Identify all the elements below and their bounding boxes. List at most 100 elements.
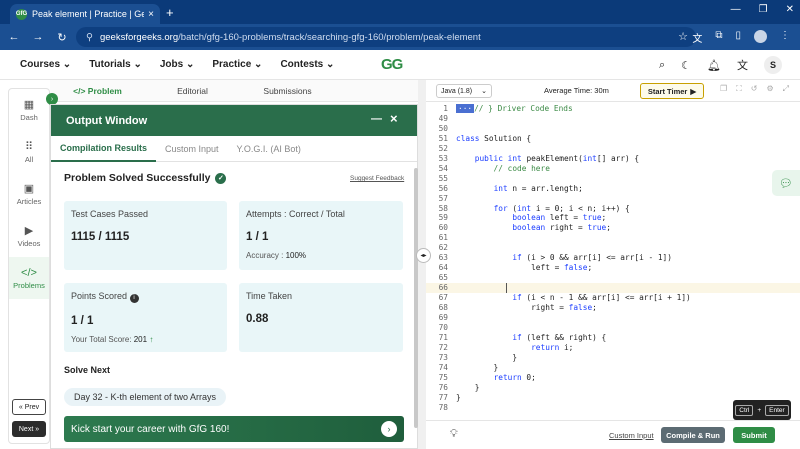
line-number: 53 xyxy=(438,153,448,163)
banner-text: Kick start your career with GfG 160! xyxy=(71,423,230,435)
attempts-value: 1 / 1 xyxy=(246,231,269,243)
tab-custom-input[interactable]: Custom Input xyxy=(156,136,228,162)
points-card: Points Scored i 1 / 1 Your Total Score: … xyxy=(64,283,227,352)
attempts-label: Attempts : Correct / Total xyxy=(246,209,345,219)
time-card: Time Taken 0.88 xyxy=(239,283,403,352)
next-problem-link[interactable]: Day 32 - K-th element of two Arrays xyxy=(64,388,227,406)
time-value: 0.88 xyxy=(246,313,269,325)
menu-practice[interactable]: Practice xyxy=(212,59,262,70)
accuracy-label: Accuracy : xyxy=(246,251,284,260)
code-line: boolean right = true; xyxy=(512,223,611,233)
sidebar-label: Dash xyxy=(20,113,38,122)
code-line: } xyxy=(456,382,480,392)
chevron-right-icon[interactable]: › xyxy=(381,421,397,437)
restore-icon[interactable]: ❐ xyxy=(759,4,768,15)
browser-tab[interactable]: GfG Peak element | Practice | Geeks × xyxy=(10,4,160,24)
sidebar-item-all[interactable]: ⠿ All xyxy=(9,131,49,173)
code-line: boolean left = true; xyxy=(512,213,607,223)
text-cursor xyxy=(506,283,507,293)
sidebar-item-videos[interactable]: ▶ Videos xyxy=(9,215,49,257)
enter-key: Enter xyxy=(765,404,789,416)
back-icon[interactable]: ← xyxy=(4,31,24,43)
minimize-window-icon[interactable]: — xyxy=(371,113,382,125)
gfg-logo[interactable]: GG xyxy=(381,56,403,73)
menu-tutorials[interactable]: Tutorials xyxy=(89,59,142,70)
suggest-feedback-link[interactable]: Suggest Feedback xyxy=(350,175,404,182)
gfg-favicon-icon: GfG xyxy=(16,8,27,20)
line-number: 67 xyxy=(438,293,448,303)
minimize-icon[interactable]: — xyxy=(731,4,741,15)
browser-toolbar: ← → ↻ ⚲ geeksforgeeks.org /batch/gfg-160… xyxy=(0,24,800,50)
sidebar-icon[interactable]: ▯ xyxy=(735,30,741,45)
pane-divider[interactable] xyxy=(418,80,426,449)
tab-submissions[interactable]: Submissions xyxy=(240,86,335,96)
expand-icon[interactable]: ⤢ xyxy=(783,84,789,94)
sidebar-item-dash[interactable]: ▦ Dash xyxy=(9,89,49,131)
tab-yogi-ai-bot[interactable]: Y.O.G.I. (AI Bot) xyxy=(228,136,310,162)
language-select[interactable]: Java (1.8) ⌄ xyxy=(436,84,492,98)
line-number: 76 xyxy=(438,382,448,392)
translate-site-icon[interactable]: 文 xyxy=(737,57,748,73)
forward-icon[interactable]: → xyxy=(28,31,48,43)
line-number: 72 xyxy=(438,342,448,352)
extensions-icon[interactable]: ⧉ xyxy=(715,30,722,45)
reload-icon[interactable]: ↻ xyxy=(52,31,72,44)
next-button[interactable]: Next » xyxy=(12,421,46,437)
info-icon[interactable]: i xyxy=(129,294,139,303)
tab-editorial[interactable]: Editorial xyxy=(145,86,240,96)
site-info-icon[interactable]: ⚲ xyxy=(86,32,93,43)
time-label: Time Taken xyxy=(246,291,293,301)
reset-icon[interactable]: ↺ xyxy=(751,84,758,94)
video-icon: ▶ xyxy=(24,225,34,237)
new-tab-icon[interactable]: + xyxy=(166,5,174,20)
current-line-highlight xyxy=(426,283,800,293)
copy-icon[interactable]: ❐ xyxy=(720,84,727,94)
line-number: 69 xyxy=(438,312,448,322)
code-line: right = false; xyxy=(456,303,597,312)
custom-input-link[interactable]: Custom Input xyxy=(609,431,654,440)
menu-courses[interactable]: Courses xyxy=(20,59,71,70)
sidebar-item-problems[interactable]: </> Problems xyxy=(9,257,49,299)
close-output-icon[interactable]: × xyxy=(390,111,398,126)
code-line: return 0; xyxy=(493,372,536,382)
close-window-icon[interactable]: ✕ xyxy=(786,4,794,15)
fullscreen-icon[interactable]: ⛶ xyxy=(736,84,742,94)
line-number: 61 xyxy=(438,233,448,243)
test-cases-value: 1115 / 1115 xyxy=(71,231,130,243)
line-number: 78 xyxy=(438,402,448,412)
prev-button[interactable]: « Prev xyxy=(12,399,46,415)
user-avatar[interactable]: S xyxy=(764,56,782,74)
bell-icon[interactable]: 🔔︎ xyxy=(707,59,721,72)
solve-next-heading: Solve Next xyxy=(64,365,111,375)
menu-jobs[interactable]: Jobs xyxy=(160,59,195,70)
menu-contests[interactable]: Contests xyxy=(280,59,334,70)
header-icons: ⌕ ☾ 🔔︎ 文 S xyxy=(659,56,782,74)
profile-avatar[interactable] xyxy=(754,30,767,43)
editor-footer: 💡︎ Custom Input Compile & Run Submit xyxy=(426,420,800,449)
main-menu: Courses Tutorials Jobs Practice Contests xyxy=(20,59,334,70)
chat-icon[interactable]: 💬︎ xyxy=(772,170,800,196)
code-line: public int peakElement(int[] arr) { xyxy=(474,153,640,163)
search-icon[interactable]: ⌕ xyxy=(659,59,665,72)
status-text: Problem Solved Successfully xyxy=(64,172,211,184)
language-value: Java (1.8) xyxy=(441,87,473,95)
kebab-menu-icon[interactable]: ⋮ xyxy=(780,30,790,45)
translate-icon[interactable]: 文 xyxy=(692,30,702,45)
address-bar[interactable]: ⚲ geeksforgeeks.org /batch/gfg-160-probl… xyxy=(76,27,696,47)
start-timer-button[interactable]: Start Timer ▶ xyxy=(640,83,704,99)
submit-button[interactable]: Submit xyxy=(733,427,775,443)
line-number: 50 xyxy=(438,123,448,133)
gfg160-banner[interactable]: Kick start your career with GfG 160! › xyxy=(64,416,404,442)
tab-problem[interactable]: </> Problem xyxy=(50,86,145,96)
compile-run-button[interactable]: Compile & Run xyxy=(661,427,725,443)
output-window-title: Output Window xyxy=(66,114,148,127)
lightbulb-icon[interactable]: 💡︎ xyxy=(450,428,458,441)
bookmark-star-icon[interactable]: ☆ xyxy=(678,30,688,43)
close-tab-icon[interactable]: × xyxy=(148,9,154,20)
tab-compilation-results[interactable]: Compilation Results xyxy=(51,136,157,162)
code-editor[interactable]: 1 ···// } Driver Code Ends 49 50 51 class Sol… xyxy=(426,102,800,420)
dark-mode-icon[interactable]: ☾ xyxy=(681,59,691,72)
shortcut-tooltip: Ctrl + Enter xyxy=(733,400,791,420)
sidebar-item-articles[interactable]: ▣ Articles xyxy=(9,173,49,215)
settings-icon[interactable]: ⚙ xyxy=(766,84,773,94)
